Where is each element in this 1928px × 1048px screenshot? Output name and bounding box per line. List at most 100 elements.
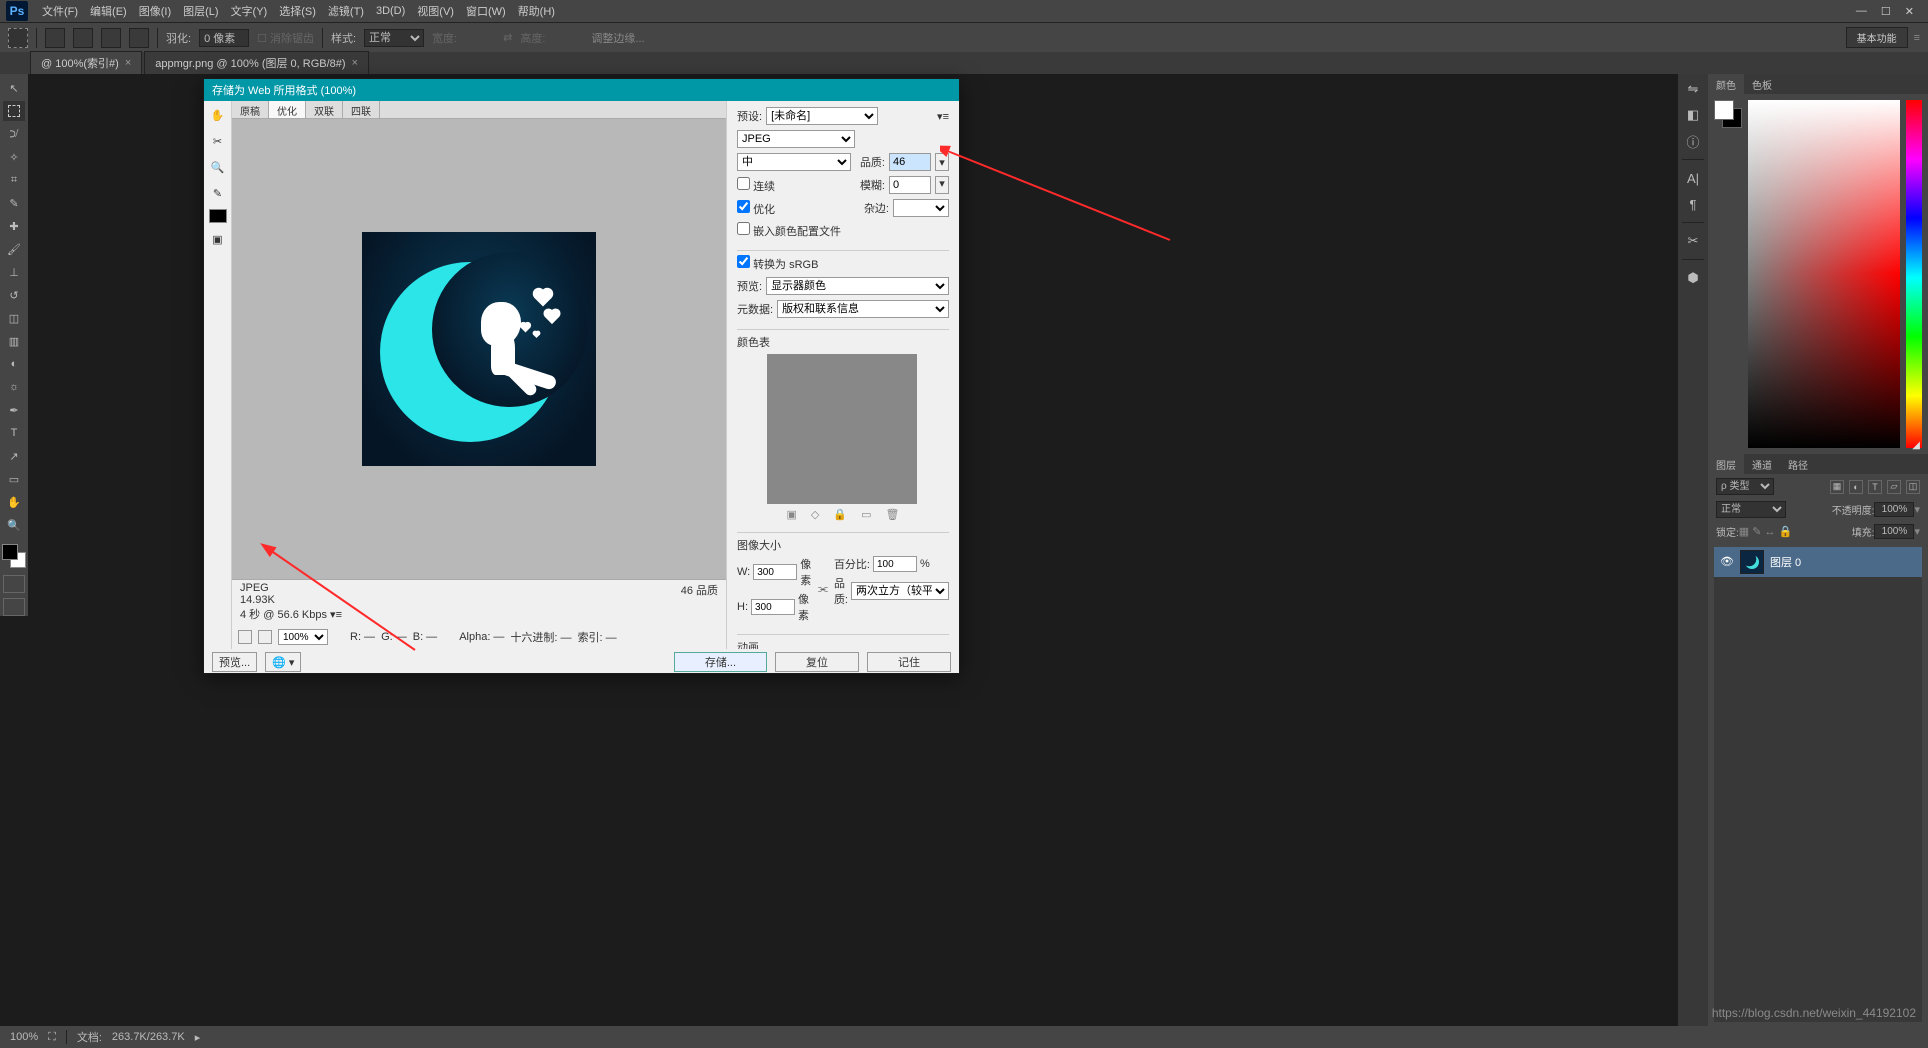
maximize-button[interactable]: ☐: [1881, 5, 1891, 18]
adjustments-panel-icon[interactable]: ✂: [1682, 230, 1704, 252]
eyedropper-tool-icon[interactable]: ✎: [3, 193, 25, 213]
chevron-right-icon[interactable]: ▸: [195, 1031, 201, 1044]
pen-tool-icon[interactable]: ✒: [3, 400, 25, 420]
hue-slider[interactable]: [1906, 100, 1922, 448]
ct-icon[interactable]: ▭: [861, 508, 871, 521]
grid-1-icon[interactable]: [238, 630, 252, 644]
grid-2-icon[interactable]: [258, 630, 272, 644]
zoom-select[interactable]: 100%: [278, 629, 328, 645]
menu-image[interactable]: 图像(I): [133, 3, 177, 19]
width-input[interactable]: [753, 564, 797, 580]
height-input[interactable]: [751, 599, 795, 615]
fill-input[interactable]: [1874, 524, 1914, 539]
properties-panel-icon[interactable]: ◧: [1682, 104, 1704, 126]
color-swatch[interactable]: [2, 544, 26, 568]
marquee-tool-icon[interactable]: [3, 101, 25, 121]
tab-optimized[interactable]: 优化: [269, 101, 306, 118]
reset-button[interactable]: 复位: [775, 652, 859, 672]
visibility-icon[interactable]: 👁: [1720, 555, 1734, 569]
eyedropper-tool-icon[interactable]: ✎: [208, 183, 228, 203]
percent-input[interactable]: [873, 556, 917, 572]
tab-layers[interactable]: 图层: [1708, 454, 1744, 474]
optimized-checkbox[interactable]: 优化: [737, 200, 775, 217]
filter-shape-icon[interactable]: ▱: [1887, 480, 1901, 494]
menu-help[interactable]: 帮助(H): [512, 3, 561, 19]
menu-view[interactable]: 视图(V): [411, 3, 460, 19]
quality-input[interactable]: [889, 153, 931, 171]
dropdown-icon[interactable]: ▾: [935, 153, 949, 171]
layer-item[interactable]: 👁 图层 0: [1714, 547, 1922, 577]
brush-tool-icon[interactable]: 🖌: [3, 239, 25, 259]
wand-tool-icon[interactable]: ✧: [3, 147, 25, 167]
blend-mode-select[interactable]: 正常: [1716, 501, 1786, 518]
doc-tab-2[interactable]: appmgr.png @ 100% (图层 0, RGB/8#) ×: [144, 51, 369, 74]
metadata-select[interactable]: 版权和联系信息: [777, 300, 949, 318]
history-brush-icon[interactable]: ↺: [3, 285, 25, 305]
slice-visibility-icon[interactable]: ▣: [208, 229, 228, 249]
remember-button[interactable]: 记住: [867, 652, 951, 672]
doc-tab-1[interactable]: @ 100%(索引#) ×: [30, 51, 142, 74]
opacity-input[interactable]: [1874, 502, 1914, 517]
menu-window[interactable]: 窗口(W): [460, 3, 512, 19]
zoom-level[interactable]: 100%: [10, 1031, 38, 1043]
eraser-tool-icon[interactable]: ◫: [3, 308, 25, 328]
tab-original[interactable]: 原稿: [232, 101, 269, 118]
menu-filter[interactable]: 滤镜(T): [322, 3, 370, 19]
filter-pixel-icon[interactable]: ▦: [1830, 480, 1844, 494]
tab-channels[interactable]: 通道: [1744, 454, 1780, 474]
ct-icon[interactable]: ▣: [787, 508, 797, 521]
menu-file[interactable]: 文件(F): [36, 3, 84, 19]
expand-icon[interactable]: ⛶: [48, 1031, 56, 1044]
matte-select[interactable]: [893, 199, 949, 217]
screenmode-icon[interactable]: [3, 598, 25, 616]
tab-paths[interactable]: 路径: [1780, 454, 1816, 474]
filter-smart-icon[interactable]: ◫: [1906, 480, 1920, 494]
menu-edit[interactable]: 编辑(E): [84, 3, 133, 19]
refine-edge-button[interactable]: 调整边缘...: [591, 30, 644, 46]
slice-tool-icon[interactable]: ✂: [208, 131, 228, 151]
close-button[interactable]: ✕: [1905, 5, 1914, 18]
tab-4up[interactable]: 四联: [343, 101, 380, 118]
3d-panel-icon[interactable]: ⬢: [1682, 267, 1704, 289]
feather-input[interactable]: [199, 29, 249, 47]
type-tool-icon[interactable]: T: [3, 423, 25, 443]
ct-icon[interactable]: 🗑: [886, 508, 900, 521]
format-select[interactable]: JPEG: [737, 130, 855, 148]
info-panel-icon[interactable]: ⓘ: [1682, 130, 1704, 152]
resample-select[interactable]: 两次立方（较平...: [851, 582, 949, 600]
menu-select[interactable]: 选择(S): [273, 3, 322, 19]
link-icon[interactable]: ⫘: [818, 583, 828, 596]
quality-level-select[interactable]: 中: [737, 153, 851, 171]
zoom-tool-icon[interactable]: 🔍: [3, 515, 25, 535]
path-tool-icon[interactable]: ↗: [3, 446, 25, 466]
close-icon[interactable]: ×: [125, 57, 131, 69]
embed-profile-checkbox[interactable]: 嵌入颜色配置文件: [737, 222, 841, 239]
convert-srgb-checkbox[interactable]: 转换为 sRGB: [737, 259, 818, 271]
blur-tool-icon[interactable]: ◐: [3, 354, 25, 374]
zoom-tool-icon[interactable]: 🔍: [208, 157, 228, 177]
hand-tool-icon[interactable]: ✋: [208, 105, 228, 125]
close-icon[interactable]: ×: [352, 57, 358, 69]
workspace-switcher[interactable]: 基本功能: [1846, 27, 1908, 48]
lasso-tool-icon[interactable]: ⟉: [3, 124, 25, 144]
selection-new-icon[interactable]: [45, 28, 65, 48]
ct-icon[interactable]: ◇: [811, 508, 819, 521]
tab-2up[interactable]: 双联: [306, 101, 343, 118]
quickmask-icon[interactable]: [3, 575, 25, 593]
menu-type[interactable]: 文字(Y): [225, 3, 274, 19]
save-button[interactable]: 存储...: [674, 652, 767, 672]
menu-layer[interactable]: 图层(L): [177, 3, 224, 19]
preset-select[interactable]: [未命名]: [766, 107, 878, 125]
gradient-tool-icon[interactable]: ▥: [3, 331, 25, 351]
options-menu-icon[interactable]: ▾≡: [937, 110, 949, 123]
style-select[interactable]: 正常: [364, 29, 424, 47]
layer-filter-select[interactable]: ρ 类型: [1716, 478, 1774, 495]
selection-sub-icon[interactable]: [101, 28, 121, 48]
menu-3d[interactable]: 3D(D): [370, 5, 411, 17]
selection-int-icon[interactable]: [129, 28, 149, 48]
minimize-button[interactable]: —: [1856, 5, 1867, 18]
filter-adjust-icon[interactable]: ◐: [1849, 480, 1863, 494]
marquee-icon[interactable]: [8, 28, 28, 48]
layer-thumbnail[interactable]: [1740, 550, 1764, 574]
preview-button[interactable]: 预览...: [212, 652, 257, 672]
